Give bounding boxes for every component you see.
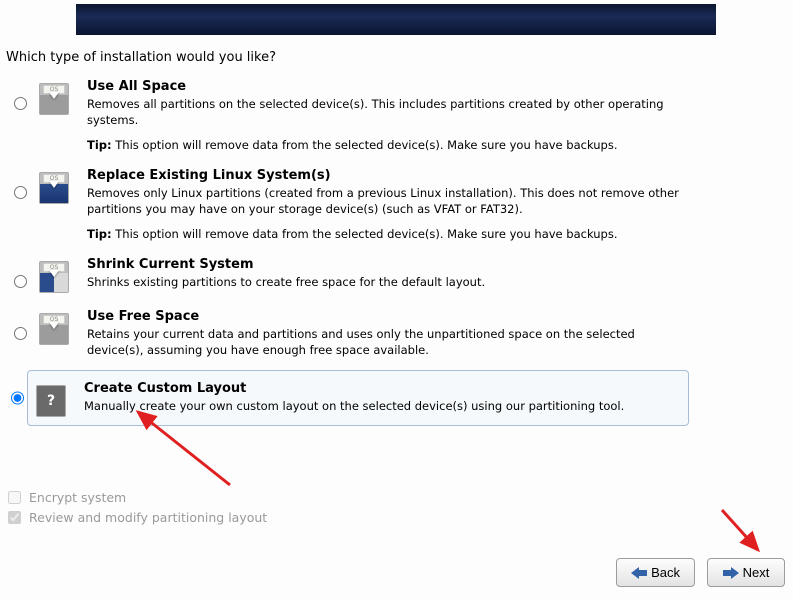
disk-icon: OS: [39, 172, 69, 204]
option-desc: Shrinks existing partitions to create fr…: [87, 275, 689, 291]
back-button[interactable]: Back: [616, 558, 695, 587]
radio-replace-linux[interactable]: [14, 186, 27, 199]
option-use-all-space[interactable]: OS Use All Space Removes all partitions …: [9, 75, 689, 164]
back-label: Back: [651, 565, 680, 580]
disk-icon: OS: [39, 261, 69, 293]
radio-shrink[interactable]: [14, 275, 27, 288]
disk-icon: OS: [39, 313, 69, 345]
option-use-free-space[interactable]: OS Use Free Space Retains your current d…: [9, 305, 689, 370]
page-prompt: Which type of installation would you lik…: [6, 50, 276, 65]
extra-options: Encrypt system Review and modify partiti…: [8, 490, 267, 530]
option-title: Create Custom Layout: [84, 381, 684, 396]
arrow-right-icon: [723, 567, 739, 579]
option-tip: Tip: This option will remove data from t…: [87, 138, 689, 152]
review-label: Review and modify partitioning layout: [29, 510, 267, 525]
installation-type-options: OS Use All Space Removes all partitions …: [9, 75, 689, 426]
radio-custom-layout[interactable]: [11, 392, 24, 405]
next-button[interactable]: Next: [707, 558, 785, 587]
encrypt-system-row[interactable]: Encrypt system: [8, 490, 267, 505]
option-title: Use All Space: [87, 79, 689, 94]
disk-icon: ?: [36, 385, 66, 417]
next-label: Next: [743, 565, 770, 580]
option-desc: Manually create your own custom layout o…: [84, 399, 684, 415]
encrypt-label: Encrypt system: [29, 490, 126, 505]
option-title: Shrink Current System: [87, 257, 689, 272]
encrypt-checkbox[interactable]: [8, 491, 21, 504]
option-title: Replace Existing Linux System(s): [87, 168, 689, 183]
review-checkbox[interactable]: [8, 511, 21, 524]
option-title: Use Free Space: [87, 309, 689, 324]
disk-icon: OS: [39, 83, 69, 115]
installer-banner: [76, 4, 716, 35]
option-custom-layout[interactable]: ? Create Custom Layout Manually create y…: [27, 370, 689, 426]
arrow-left-icon: [631, 567, 647, 579]
review-layout-row[interactable]: Review and modify partitioning layout: [8, 510, 267, 525]
annotation-arrow-icon: [710, 505, 770, 560]
option-tip: Tip: This option will remove data from t…: [87, 227, 689, 241]
nav-button-bar: Back Next: [616, 558, 785, 587]
radio-use-all-space[interactable]: [14, 97, 27, 110]
option-shrink[interactable]: OS Shrink Current System Shrinks existin…: [9, 253, 689, 305]
option-desc: Removes only Linux partitions (created f…: [87, 186, 689, 217]
option-replace-linux[interactable]: OS Replace Existing Linux System(s) Remo…: [9, 164, 689, 253]
radio-use-free-space[interactable]: [14, 327, 27, 340]
option-desc: Retains your current data and partitions…: [87, 327, 689, 358]
option-desc: Removes all partitions on the selected d…: [87, 97, 689, 128]
